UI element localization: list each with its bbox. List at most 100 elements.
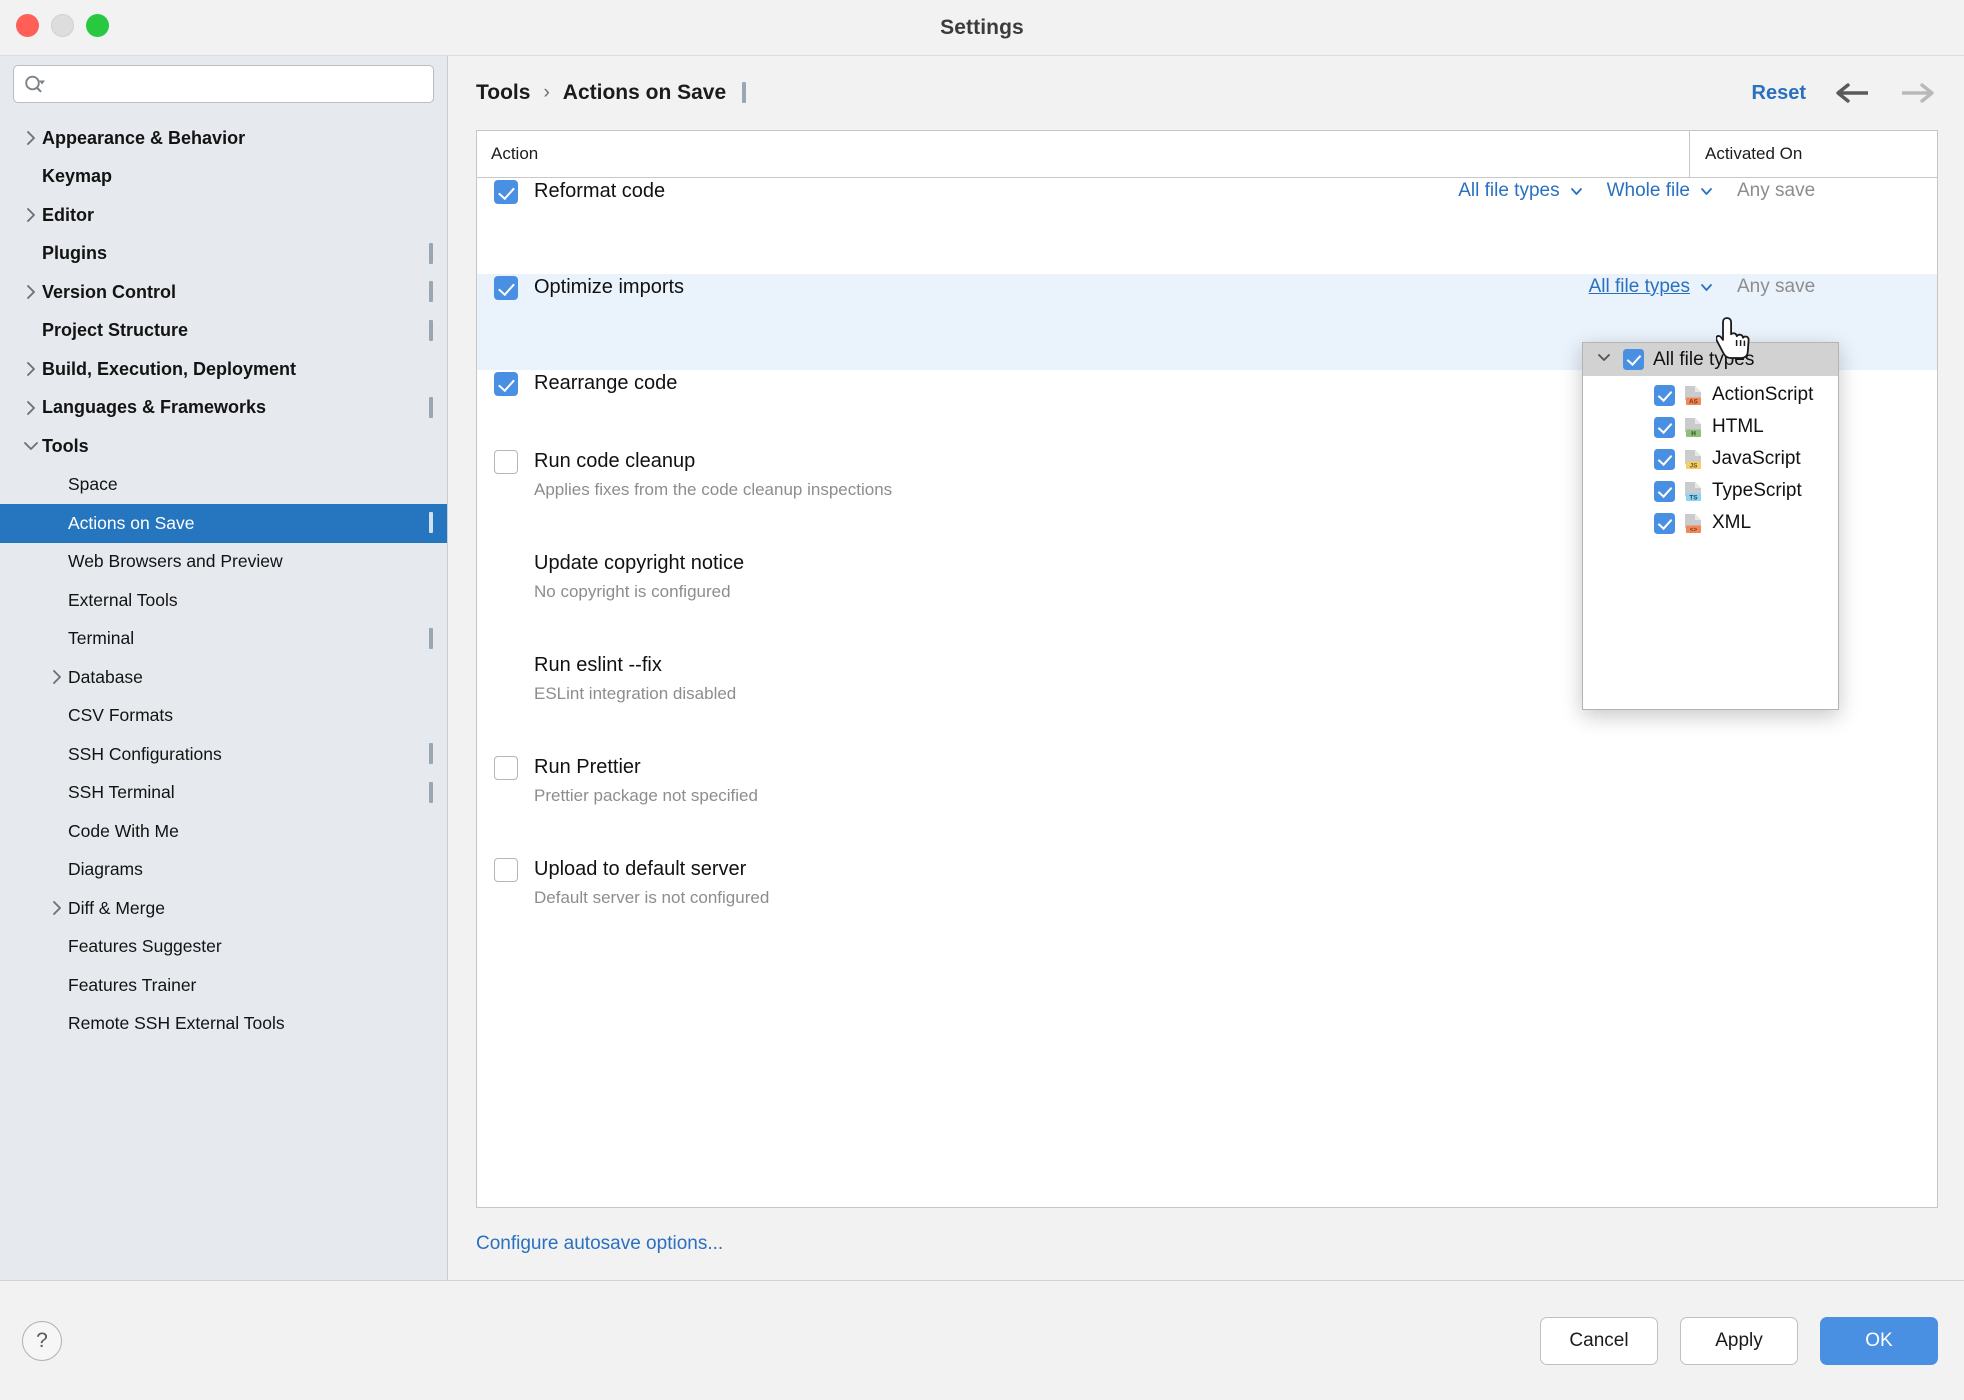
sidebar-item-space[interactable]: Space bbox=[0, 466, 447, 505]
close-window-button[interactable] bbox=[16, 14, 39, 37]
sidebar-item-diagrams[interactable]: Diagrams bbox=[0, 851, 447, 890]
table-row[interactable]: Run Prettier Prettier package not specifi… bbox=[477, 754, 1937, 856]
back-arrow-icon[interactable] bbox=[1832, 81, 1872, 105]
svg-text:<>: <> bbox=[1690, 526, 1698, 533]
sidebar-item-build-execution-deployment[interactable]: Build, Execution, Deployment bbox=[0, 350, 447, 389]
dropdown-item-checkbox[interactable] bbox=[1654, 448, 1675, 470]
row-title: Rearrange code bbox=[534, 372, 678, 394]
file-xml-icon: <> bbox=[1684, 513, 1703, 534]
sidebar-search-wrap bbox=[0, 65, 447, 119]
chevron-right-icon[interactable] bbox=[20, 360, 42, 378]
chevron-right-icon[interactable] bbox=[46, 668, 68, 686]
table-row[interactable]: Reformat code All file types Whole file Any… bbox=[477, 178, 1937, 274]
row-subtitle: No copyright is configured bbox=[534, 582, 731, 601]
dropdown-item-checkbox[interactable] bbox=[1654, 480, 1675, 502]
sidebar-item-features-trainer[interactable]: Features Trainer bbox=[0, 966, 447, 1005]
minimize-window-button[interactable] bbox=[51, 14, 74, 37]
row-checkbox[interactable] bbox=[494, 276, 518, 300]
project-scope-icon bbox=[429, 781, 433, 803]
sidebar-item-label: Remote SSH External Tools bbox=[68, 1013, 285, 1034]
svg-text:H: H bbox=[1691, 430, 1696, 437]
chevron-down-icon[interactable] bbox=[1568, 183, 1585, 200]
settings-window: Settings Appearance & Behavior Keymap Edit bbox=[0, 0, 1964, 1400]
dropdown-item[interactable]: TS TypeScript bbox=[1583, 475, 1838, 507]
sidebar-item-code-with-me[interactable]: Code With Me bbox=[0, 812, 447, 851]
dropdown-checkbox-all-file-types[interactable] bbox=[1623, 349, 1644, 370]
dropdown-item-checkbox[interactable] bbox=[1654, 512, 1675, 534]
row-option-dropdown[interactable]: All file types bbox=[1589, 276, 1715, 298]
settings-tree: Appearance & Behavior Keymap Editor Plugins… bbox=[0, 119, 447, 1280]
sidebar-item-label: CSV Formats bbox=[68, 705, 174, 726]
sidebar-item-plugins[interactable]: Plugins bbox=[0, 235, 447, 274]
configure-autosave-link[interactable]: Configure autosave options... bbox=[476, 1233, 723, 1255]
sidebar-item-tools[interactable]: Tools bbox=[0, 427, 447, 466]
sidebar-item-languages-frameworks[interactable]: Languages & Frameworks bbox=[0, 389, 447, 428]
sidebar-item-actions-on-save[interactable]: Actions on Save bbox=[0, 504, 447, 543]
sidebar-item-appearance-behavior[interactable]: Appearance & Behavior bbox=[0, 119, 447, 158]
file-types-dropdown-popup[interactable]: All file types AS ActionScript H HTML JS Java… bbox=[1582, 342, 1839, 710]
dropdown-item-checkbox[interactable] bbox=[1654, 416, 1675, 438]
reset-button[interactable]: Reset bbox=[1752, 82, 1806, 105]
dropdown-item[interactable]: <> XML bbox=[1583, 507, 1838, 539]
sidebar-item-csv-formats[interactable]: CSV Formats bbox=[0, 697, 447, 736]
dropdown-item[interactable]: JS JavaScript bbox=[1583, 443, 1838, 475]
row-title: Run Prettier bbox=[534, 756, 641, 778]
sidebar-item-project-structure[interactable]: Project Structure bbox=[0, 312, 447, 351]
row-option-label: Whole file bbox=[1606, 180, 1690, 201]
chevron-right-icon[interactable] bbox=[46, 899, 68, 917]
sidebar-item-label: Project Structure bbox=[42, 320, 189, 341]
row-checkbox[interactable] bbox=[494, 450, 518, 474]
cancel-button[interactable]: Cancel bbox=[1540, 1316, 1658, 1365]
chevron-down-icon[interactable] bbox=[1594, 347, 1614, 372]
row-option-dropdown[interactable]: All file types bbox=[1458, 180, 1584, 202]
row-checkbox[interactable] bbox=[494, 756, 518, 780]
chevron-right-icon[interactable] bbox=[20, 206, 42, 224]
row-checkbox[interactable] bbox=[494, 180, 518, 204]
apply-button[interactable]: Apply bbox=[1680, 1316, 1798, 1365]
ok-button[interactable]: OK bbox=[1820, 1316, 1938, 1365]
sidebar-item-features-suggester[interactable]: Features Suggester bbox=[0, 928, 447, 967]
sidebar-item-editor[interactable]: Editor bbox=[0, 196, 447, 235]
chevron-down-icon[interactable] bbox=[20, 437, 42, 455]
sidebar-item-diff-merge[interactable]: Diff & Merge bbox=[0, 889, 447, 928]
row-title: Reformat code bbox=[534, 180, 666, 202]
sidebar-item-label: Space bbox=[68, 474, 118, 495]
search-box[interactable] bbox=[13, 65, 434, 103]
project-scope-icon bbox=[429, 242, 433, 264]
sidebar-item-web-browsers-and-preview[interactable]: Web Browsers and Preview bbox=[0, 543, 447, 582]
row-checkbox[interactable] bbox=[494, 372, 518, 396]
sidebar-item-database[interactable]: Database bbox=[0, 658, 447, 697]
sidebar-item-terminal[interactable]: Terminal bbox=[0, 620, 447, 659]
search-input[interactable] bbox=[52, 75, 423, 93]
row-subtitle: Prettier package not specified bbox=[534, 786, 758, 805]
sidebar-item-label: Web Browsers and Preview bbox=[68, 551, 283, 572]
row-checkbox[interactable] bbox=[494, 858, 518, 882]
sidebar-item-version-control[interactable]: Version Control bbox=[0, 273, 447, 312]
column-header-action: Action bbox=[491, 144, 539, 163]
help-button[interactable]: ? bbox=[22, 1320, 62, 1361]
row-option-dropdown[interactable]: Whole file bbox=[1607, 180, 1715, 202]
forward-arrow-icon bbox=[1898, 81, 1938, 105]
sidebar-item-external-tools[interactable]: External Tools bbox=[0, 581, 447, 620]
dropdown-item[interactable]: AS ActionScript bbox=[1583, 379, 1838, 411]
file-html-icon: H bbox=[1684, 417, 1703, 438]
sidebar-item-remote-ssh-external-tools[interactable]: Remote SSH External Tools bbox=[0, 1005, 447, 1044]
breadcrumb-separator: › bbox=[543, 82, 550, 103]
sidebar-item-label: Editor bbox=[42, 204, 94, 225]
sidebar-item-keymap[interactable]: Keymap bbox=[0, 158, 447, 197]
chevron-down-icon[interactable] bbox=[1698, 183, 1715, 200]
chevron-down-icon[interactable] bbox=[1698, 279, 1715, 296]
dropdown-item-checkbox[interactable] bbox=[1654, 384, 1675, 406]
zoom-window-button[interactable] bbox=[86, 14, 109, 37]
chevron-right-icon[interactable] bbox=[20, 283, 42, 301]
chevron-right-icon[interactable] bbox=[20, 399, 42, 417]
chevron-right-icon[interactable] bbox=[20, 129, 42, 147]
dropdown-item[interactable]: H HTML bbox=[1583, 411, 1838, 443]
dropdown-header-all-file-types[interactable]: All file types bbox=[1583, 343, 1838, 376]
row-activated-on: Any save bbox=[1737, 180, 1816, 201]
table-row[interactable]: Upload to default server Default server i… bbox=[477, 856, 1937, 958]
breadcrumb-tools[interactable]: Tools bbox=[476, 81, 530, 105]
sidebar-item-ssh-configurations[interactable]: SSH Configurations bbox=[0, 735, 447, 774]
row-option-label: All file types bbox=[1588, 276, 1690, 297]
sidebar-item-ssh-terminal[interactable]: SSH Terminal bbox=[0, 774, 447, 813]
